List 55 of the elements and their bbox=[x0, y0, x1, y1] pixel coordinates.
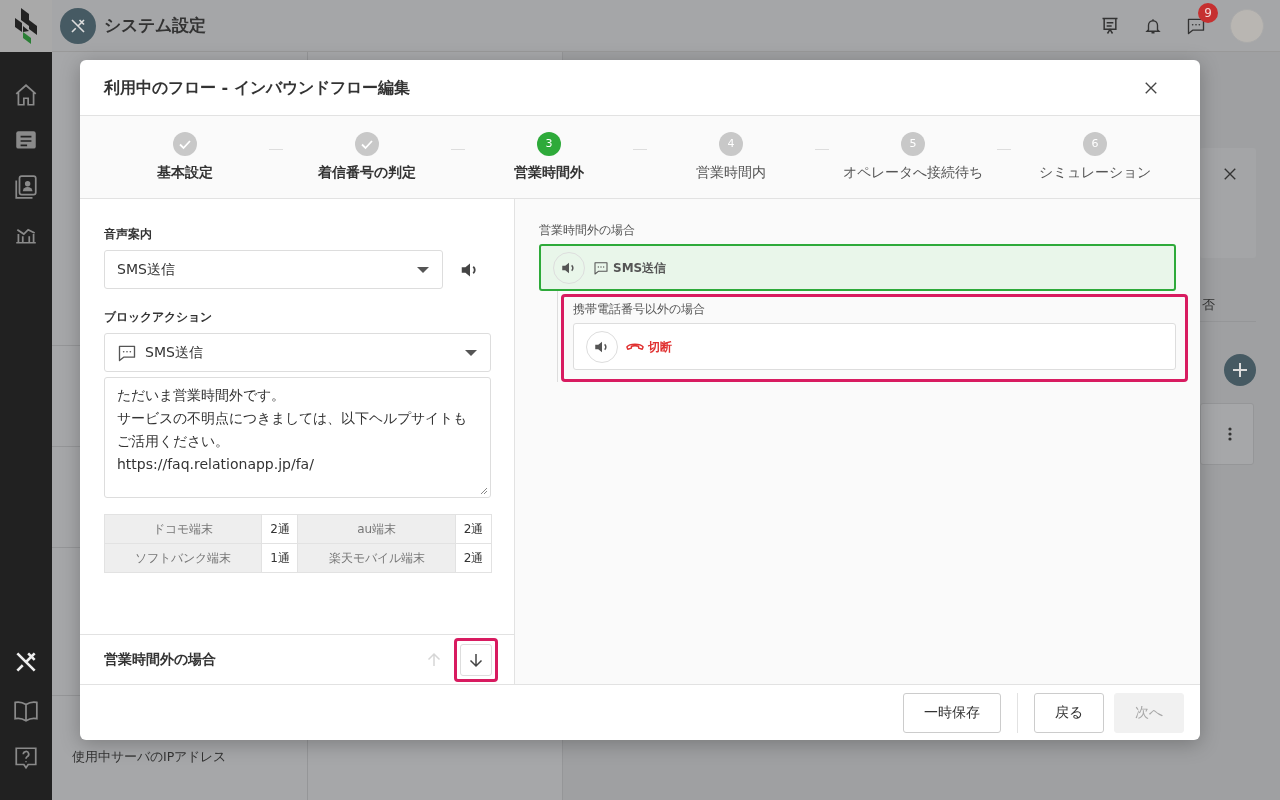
footer-button[interactable]: 戻る bbox=[1034, 692, 1104, 733]
add-button[interactable] bbox=[1224, 354, 1256, 386]
speaker-button[interactable] bbox=[553, 251, 585, 284]
logo-icon bbox=[15, 7, 37, 44]
app-title: システム設定 bbox=[104, 13, 206, 37]
branch-label: 携帯電話番号以外の場合 bbox=[573, 301, 706, 318]
phone-icon bbox=[626, 342, 644, 351]
close-icon[interactable] bbox=[1223, 167, 1237, 181]
help-icon[interactable] bbox=[13, 745, 39, 771]
flow-node[interactable]: 切断 bbox=[573, 323, 1176, 370]
modal-title: 利用中のフロー - インバウンドフロー編集 bbox=[104, 76, 410, 99]
carrier-name: 楽天モバイル端末 bbox=[298, 543, 456, 573]
message-count: 2通 bbox=[455, 514, 492, 544]
kebab-icon[interactable] bbox=[1228, 427, 1232, 441]
message-count: 2通 bbox=[262, 514, 298, 544]
plus-icon bbox=[1233, 363, 1247, 377]
contact-icon[interactable] bbox=[13, 174, 39, 200]
close-icon bbox=[1144, 80, 1158, 95]
step-label[interactable]: 基本設定 bbox=[157, 161, 213, 183]
step-label[interactable]: 着信番号の判定 bbox=[318, 161, 416, 183]
chat-icon[interactable] bbox=[1186, 16, 1206, 36]
chat-icon bbox=[593, 259, 609, 276]
carrier-name: ドコモ端末 bbox=[104, 514, 262, 544]
down-arrow-icon bbox=[468, 651, 484, 668]
flow-node[interactable]: SMS送信 bbox=[539, 244, 1176, 291]
node-label: SMS送信 bbox=[613, 259, 667, 277]
resize-grip-icon bbox=[480, 487, 488, 495]
message-count: 2通 bbox=[455, 543, 492, 573]
step-label[interactable]: オペレータへ接続待ち bbox=[843, 161, 983, 183]
voice-select[interactable]: SMS送信 bbox=[104, 250, 443, 289]
step-label[interactable]: シミュレーション bbox=[1039, 161, 1151, 183]
field-label: 音声案内 bbox=[104, 226, 153, 243]
carrier-name: ソフトバンク端末 bbox=[104, 543, 262, 573]
close-button[interactable] bbox=[1144, 80, 1158, 95]
field-label: ブロックアクション bbox=[104, 309, 213, 326]
speaker-button[interactable] bbox=[586, 330, 618, 363]
caret-icon bbox=[464, 348, 478, 357]
move-down-button[interactable] bbox=[460, 643, 492, 676]
notification-badge: 9 bbox=[1198, 3, 1218, 23]
carrier-name: au端末 bbox=[298, 514, 456, 544]
step-label[interactable]: 営業時間外 bbox=[514, 161, 584, 183]
home-icon[interactable] bbox=[13, 82, 39, 108]
message-count: 1通 bbox=[262, 543, 298, 573]
node-label: 切断 bbox=[648, 338, 672, 356]
flow-label: 営業時間外の場合 bbox=[539, 222, 636, 239]
section-title: 営業時間外の場合 bbox=[104, 650, 216, 669]
footer-button[interactable]: 一時保存 bbox=[903, 692, 1001, 733]
action-select[interactable]: SMS送信 bbox=[104, 333, 491, 372]
message-field[interactable]: ただいま営業時間外です。 サービスの不明点につきましては、以下ヘルプサイトもご活用ください。 https://faq.relationapp.jp/fa/ bbox=[104, 377, 491, 498]
up-arrow-icon bbox=[426, 651, 442, 668]
caret-icon bbox=[416, 265, 430, 274]
tools-icon bbox=[69, 16, 87, 35]
step-label[interactable]: 営業時間内 bbox=[696, 161, 766, 183]
board-icon[interactable] bbox=[1100, 15, 1120, 36]
step-number: 3 bbox=[537, 131, 561, 156]
